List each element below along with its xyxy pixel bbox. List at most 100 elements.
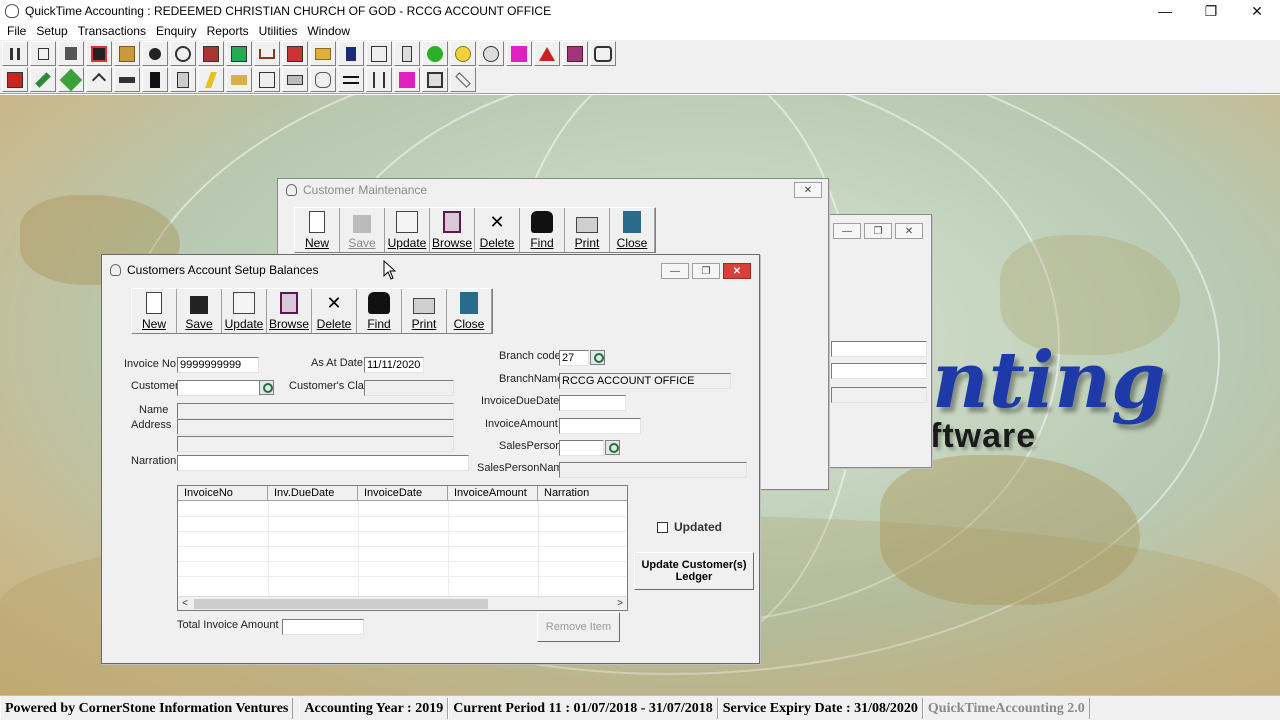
copy-icon[interactable] [30, 41, 56, 66]
invoice-no-field[interactable]: 9999999999 [177, 357, 259, 373]
close-button[interactable]: ✕ [1234, 0, 1280, 22]
save-button[interactable]: Save [340, 208, 385, 252]
handshake-icon[interactable] [590, 41, 616, 66]
scroll-left-icon[interactable]: < [178, 597, 192, 611]
cut-icon[interactable] [2, 41, 28, 66]
branch-name-field[interactable]: RCCG ACCOUNT OFFICE [559, 373, 731, 389]
update-button[interactable]: Update [222, 289, 267, 333]
total-invoice-amount-field[interactable] [282, 619, 364, 635]
paste-icon[interactable] [58, 41, 84, 66]
browse-button[interactable]: Browse [267, 289, 312, 333]
gun-icon[interactable] [114, 67, 140, 92]
text-field[interactable] [831, 387, 927, 403]
menu-enquiry[interactable]: Enquiry [151, 24, 202, 38]
speaker-icon[interactable] [478, 41, 504, 66]
menu-transactions[interactable]: Transactions [73, 24, 151, 38]
restore-button[interactable]: ❐ [1188, 0, 1234, 22]
sales-person-lookup-icon[interactable] [605, 440, 620, 455]
exchange-icon[interactable] [226, 67, 252, 92]
transfer-icon[interactable] [58, 67, 84, 92]
branch-code-field[interactable]: 27 [559, 350, 589, 366]
lightning-icon[interactable] [198, 67, 224, 92]
bench-icon[interactable] [254, 41, 280, 66]
branch-lookup-icon[interactable] [590, 350, 605, 365]
text-field[interactable] [831, 341, 927, 357]
pencil-icon[interactable] [30, 67, 56, 92]
find-button[interactable]: Find [520, 208, 565, 252]
invoice-amount-field[interactable] [559, 418, 641, 434]
column-header[interactable]: Inv.DueDate [268, 486, 358, 500]
table-icon[interactable] [254, 67, 280, 92]
menu-setup[interactable]: Setup [31, 24, 72, 38]
report-icon[interactable] [2, 67, 28, 92]
customer-lookup-icon[interactable] [259, 380, 274, 395]
text-field[interactable] [831, 363, 927, 379]
close-button[interactable]: ✕ [794, 182, 822, 198]
restore-button[interactable]: ❐ [692, 263, 720, 279]
new-button[interactable]: New [295, 208, 340, 252]
invoice-due-date-field[interactable] [559, 395, 626, 411]
column-header[interactable]: Narration [538, 486, 627, 500]
minimize-button[interactable]: — [661, 263, 689, 279]
customers-class-field[interactable] [364, 380, 454, 396]
smiley-icon[interactable] [450, 41, 476, 66]
bin-icon[interactable] [338, 41, 364, 66]
minimize-button[interactable]: — [833, 223, 861, 239]
scroll-thumb[interactable] [194, 599, 488, 609]
books-icon[interactable] [562, 41, 588, 66]
browse-button[interactable]: Browse [430, 208, 475, 252]
update-button[interactable]: Update [385, 208, 430, 252]
restore-button[interactable]: ❐ [864, 223, 892, 239]
clock-icon[interactable] [170, 41, 196, 66]
house-icon[interactable] [534, 41, 560, 66]
ruler-icon[interactable] [450, 67, 476, 92]
address-line-1-field[interactable] [177, 419, 454, 435]
minimize-button[interactable]: — [1142, 0, 1188, 22]
invoice-grid[interactable]: InvoiceNo Inv.DueDate InvoiceDate Invoic… [177, 485, 628, 611]
runner-icon[interactable] [142, 67, 168, 92]
column-header[interactable]: InvoiceAmount [448, 486, 538, 500]
graph-icon[interactable] [226, 41, 252, 66]
close-button[interactable]: ✕ [723, 263, 751, 279]
sales-person-name-field[interactable] [559, 462, 747, 478]
find-button[interactable]: Find [357, 289, 402, 333]
as-at-date-field[interactable]: 11/11/2020 [364, 357, 424, 373]
scroll-right-icon[interactable]: > [613, 597, 627, 611]
club-icon[interactable] [142, 41, 168, 66]
name-field[interactable] [177, 403, 454, 419]
cashbook-icon[interactable] [114, 41, 140, 66]
calculator-icon[interactable] [170, 67, 196, 92]
ledger-icon[interactable] [86, 41, 112, 66]
print-button[interactable]: Print [565, 208, 610, 252]
grid-horizontal-scrollbar[interactable]: < > [178, 596, 627, 610]
chart-icon[interactable] [198, 41, 224, 66]
trash-icon[interactable] [394, 41, 420, 66]
menu-utilities[interactable]: Utilities [254, 24, 303, 38]
sales-person-field[interactable] [559, 440, 604, 456]
folder-icon[interactable] [310, 41, 336, 66]
close-button[interactable]: ✕ [895, 223, 923, 239]
magenta-tool-icon[interactable] [506, 41, 532, 66]
delete-button[interactable]: ✕ Delete [312, 289, 357, 333]
menu-reports[interactable]: Reports [202, 24, 254, 38]
save-button[interactable]: Save [177, 289, 222, 333]
customer-field[interactable] [177, 380, 261, 396]
print-button[interactable]: Print [402, 289, 447, 333]
column-header[interactable]: InvoiceNo [178, 486, 268, 500]
new-button[interactable]: New [132, 289, 177, 333]
narration-field[interactable] [177, 455, 469, 471]
tools-icon[interactable] [366, 67, 392, 92]
menu-window[interactable]: Window [302, 24, 355, 38]
pink-tool-icon[interactable] [394, 67, 420, 92]
menu-file[interactable]: File [2, 24, 31, 38]
calendar-icon[interactable] [366, 41, 392, 66]
browse-icon[interactable] [422, 67, 448, 92]
close-form-button[interactable]: Close [610, 208, 655, 252]
green-face-icon[interactable] [422, 41, 448, 66]
swap-arrows-icon[interactable] [338, 67, 364, 92]
printer-icon[interactable] [282, 67, 308, 92]
close-form-button[interactable]: Close [447, 289, 492, 333]
move-icon[interactable] [86, 67, 112, 92]
remove-item-button[interactable]: Remove Item [537, 612, 620, 642]
shake-hands-icon[interactable] [310, 67, 336, 92]
